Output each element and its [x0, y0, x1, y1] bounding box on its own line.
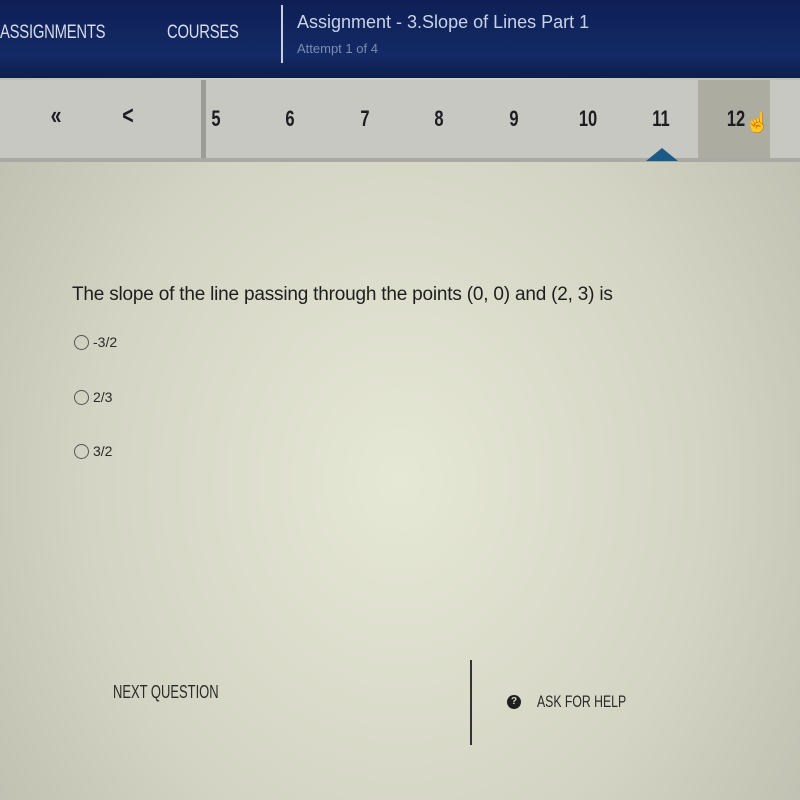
question-pager: « < 5 6 7 8 9 10 11 12 [0, 80, 800, 162]
option-3[interactable]: 3/2 [74, 443, 112, 459]
page-7[interactable]: 7 [350, 106, 380, 132]
radio-icon[interactable] [74, 443, 89, 459]
top-bar: ASSIGNMENTS COURSES Assignment - 3.Slope… [0, 0, 800, 78]
option-2[interactable]: 2/3 [74, 389, 112, 405]
question-text: The slope of the line passing through th… [72, 284, 613, 305]
hand-cursor-icon: ☝ [745, 112, 770, 134]
page-5[interactable]: 5 [201, 106, 231, 132]
attempt-count: Attempt 1 of 4 [297, 41, 378, 56]
help-icon: ? [507, 695, 521, 709]
page-9[interactable]: 9 [499, 106, 529, 132]
current-page-indicator [646, 148, 678, 161]
radio-icon[interactable] [74, 334, 89, 350]
nav-assignments[interactable]: ASSIGNMENTS [0, 22, 106, 44]
first-page-icon[interactable]: « [41, 100, 71, 131]
radio-icon[interactable] [74, 389, 89, 405]
next-question-button[interactable]: NEXT QUESTION [113, 682, 219, 703]
page-10[interactable]: 10 [573, 106, 603, 132]
footer-divider [470, 660, 472, 745]
nav-courses[interactable]: COURSES [167, 22, 239, 44]
header-divider [281, 5, 283, 63]
page-11[interactable]: 11 [646, 106, 676, 132]
page-8[interactable]: 8 [424, 106, 454, 132]
option-1[interactable]: -3/2 [74, 334, 117, 350]
option-label: -3/2 [93, 334, 118, 350]
option-label: 2/3 [93, 389, 113, 405]
option-label: 3/2 [93, 443, 113, 459]
ask-for-help-button[interactable]: ASK FOR HELP [537, 692, 626, 712]
page-6[interactable]: 6 [275, 106, 305, 132]
assignment-title: Assignment - 3.Slope of Lines Part 1 [297, 12, 590, 32]
prev-page-icon[interactable]: < [113, 100, 143, 131]
